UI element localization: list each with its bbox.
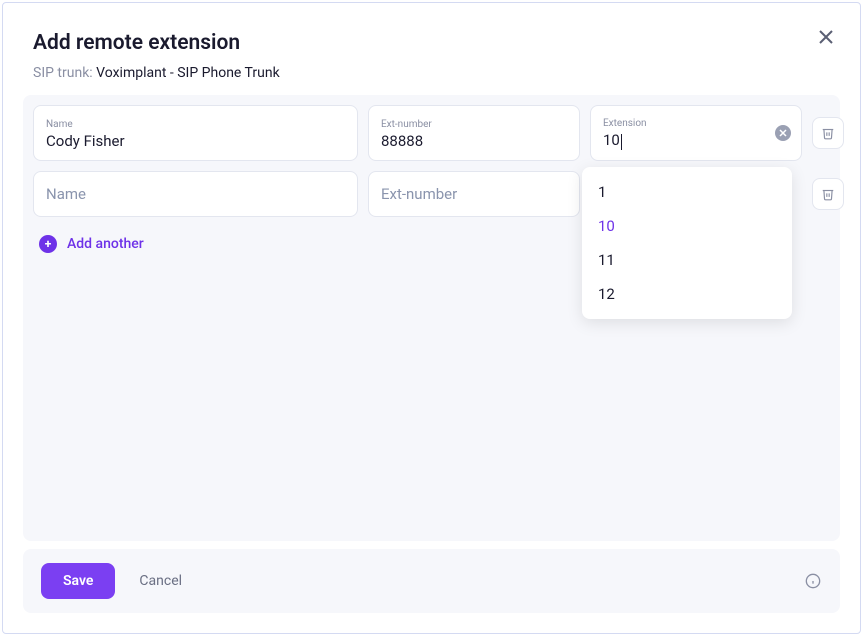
cancel-button[interactable]: Cancel — [139, 573, 182, 589]
plus-icon: + — [39, 235, 57, 253]
extension-row: Name Ext-number Extension 10 — [33, 105, 830, 161]
add-another-label: Add another — [67, 236, 144, 252]
sip-trunk-label: SIP trunk: — [33, 65, 93, 81]
extension-input[interactable]: 10 — [603, 131, 789, 149]
trash-icon — [821, 126, 835, 140]
name-field[interactable] — [33, 171, 358, 217]
ext-number-field[interactable] — [368, 171, 580, 217]
dropdown-option[interactable]: 11 — [582, 243, 792, 277]
ext-number-input[interactable] — [381, 132, 567, 150]
ext-number-input[interactable] — [381, 185, 567, 203]
info-icon[interactable] — [804, 572, 822, 590]
sip-trunk-value: Voximplant - SIP Phone Trunk — [96, 65, 280, 81]
extension-label: Extension — [603, 118, 789, 129]
extension-dropdown: 1 10 11 12 — [582, 167, 792, 319]
modal-subtitle: SIP trunk: Voximplant - SIP Phone Trunk — [33, 65, 830, 81]
modal-title: Add remote extension — [33, 31, 830, 55]
modal-header: Add remote extension SIP trunk: Voximpla… — [3, 3, 860, 95]
save-button[interactable]: Save — [41, 563, 115, 599]
dropdown-option[interactable]: 1 — [582, 175, 792, 209]
extension-field[interactable]: Extension 10 — [590, 105, 802, 161]
ext-number-field[interactable]: Ext-number — [368, 105, 580, 161]
modal-body: Name Ext-number Extension 10 — [23, 95, 840, 541]
dropdown-option[interactable]: 10 — [582, 209, 792, 243]
delete-row-button[interactable] — [812, 117, 844, 149]
dropdown-option[interactable]: 12 — [582, 277, 792, 311]
name-label: Name — [46, 119, 345, 130]
close-button[interactable] — [816, 27, 836, 47]
name-field[interactable]: Name — [33, 105, 358, 161]
close-icon — [819, 30, 833, 44]
add-another-button[interactable]: + Add another — [33, 227, 150, 261]
add-remote-extension-modal: Add remote extension SIP trunk: Voximpla… — [2, 2, 861, 634]
trash-icon — [821, 187, 835, 201]
name-input[interactable] — [46, 185, 345, 203]
clear-icon — [779, 129, 787, 137]
ext-number-label: Ext-number — [381, 119, 567, 130]
modal-footer: Save Cancel — [23, 549, 840, 613]
clear-extension-button[interactable] — [775, 125, 791, 141]
delete-row-button[interactable] — [812, 178, 844, 210]
name-input[interactable] — [46, 132, 345, 150]
